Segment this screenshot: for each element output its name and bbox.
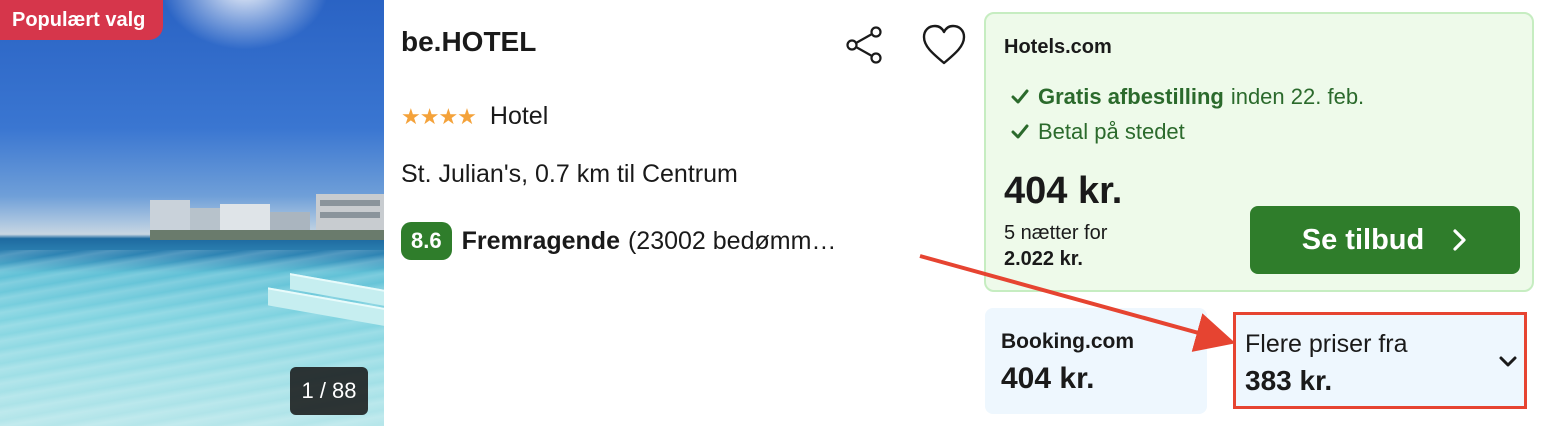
benefit-text: Betal på stedet <box>1038 119 1185 144</box>
view-deal-label: Se tilbud <box>1301 223 1425 256</box>
chevron-right-icon <box>1453 229 1466 251</box>
total-price: 2.022 kr. <box>1004 248 1083 270</box>
benefit-bold: Gratis afbestilling <box>1038 84 1224 109</box>
alt-price: 404 kr. <box>1001 362 1095 395</box>
share-icon[interactable] <box>844 26 884 64</box>
offer-provider: Hotels.com <box>1004 36 1112 58</box>
pay-at-property: Betal på stedet <box>1010 119 1185 145</box>
more-prices-price: 383 kr. <box>1245 365 1333 396</box>
more-prices-dropdown[interactable]: Flere priser fra 383 kr. <box>1233 312 1527 409</box>
sun-glare <box>160 0 330 50</box>
benefit-detail: inden 22. feb. <box>1230 84 1365 109</box>
photo-counter: 1 / 88 <box>290 367 368 415</box>
free-cancellation: Gratis afbestilling inden 22. feb. <box>1010 84 1364 110</box>
popular-badge: Populært valg <box>0 0 164 40</box>
review-count: (23002 bedømm… <box>627 226 837 255</box>
alternative-offer[interactable]: Booking.com 404 kr. <box>985 308 1207 414</box>
check-icon <box>1011 89 1029 104</box>
rating-label: Fremragende <box>461 226 620 255</box>
hotel-location: St. Julian's, 0.7 km til Centrum <box>401 160 738 188</box>
top-offer[interactable]: Hotels.com Gratis afbestilling inden 22.… <box>984 12 1534 292</box>
alt-provider: Booking.com <box>1001 330 1135 353</box>
hotel-name[interactable]: be.HOTEL <box>401 26 536 58</box>
check-icon <box>1011 124 1029 139</box>
buildings-image <box>150 194 384 240</box>
guest-rating[interactable]: 8.6 Fremragende (23002 bedømm… <box>401 222 836 260</box>
more-prices-label: Flere priser fra <box>1245 330 1408 358</box>
nightly-price: 404 kr. <box>1004 170 1123 212</box>
nights-label: 5 nætter for <box>1004 222 1108 244</box>
view-deal-button[interactable]: Se tilbud <box>1250 206 1520 274</box>
heart-icon[interactable] <box>922 24 966 66</box>
hotel-photo[interactable]: Populært valg 1 / 88 <box>0 0 384 426</box>
chevron-down-icon <box>1499 356 1517 367</box>
accommodation-type: Hotel <box>489 102 549 130</box>
star-rating: ★★★★ <box>401 103 477 129</box>
score-badge: 8.6 <box>401 222 452 260</box>
rating-class: ★★★★ Hotel <box>401 102 548 131</box>
hotel-result-card: Populært valg 1 / 88 be.HOTEL ★★★★ Hotel… <box>0 0 1544 426</box>
total-price-info: 5 nætter for 2.022 kr. <box>1004 220 1107 272</box>
